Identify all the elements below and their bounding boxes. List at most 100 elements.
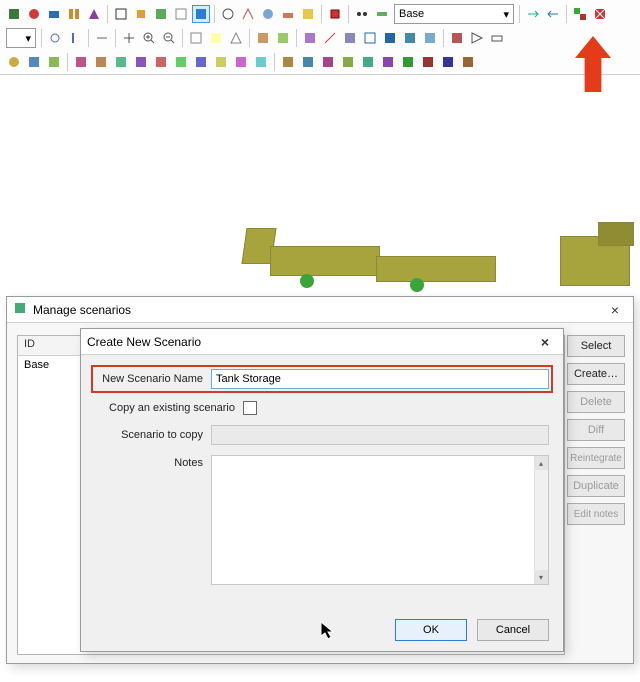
tool-icon[interactable] <box>5 5 23 23</box>
mouse-cursor-icon <box>321 622 337 647</box>
close-button[interactable]: × <box>533 332 557 352</box>
tool-icon[interactable] <box>299 5 317 23</box>
tool-icon[interactable] <box>172 53 190 71</box>
small-dropdown[interactable]: ▾ <box>6 28 36 48</box>
tool-icon[interactable] <box>439 53 457 71</box>
tool-icon[interactable] <box>544 5 562 23</box>
toolbar-row-3 <box>4 50 636 74</box>
edit-notes-button[interactable]: Edit notes <box>567 503 625 525</box>
tool-icon[interactable] <box>132 53 150 71</box>
duplicate-button[interactable]: Duplicate <box>567 475 625 497</box>
scroll-down-icon[interactable]: ▾ <box>534 570 548 584</box>
tool-icon[interactable] <box>448 29 466 47</box>
tool-icon[interactable] <box>66 29 84 47</box>
tool-icon[interactable] <box>152 53 170 71</box>
scenario-manager-icon[interactable] <box>571 5 589 23</box>
tool-icon[interactable] <box>321 29 339 47</box>
tool-icon[interactable] <box>112 5 130 23</box>
tool-icon[interactable] <box>353 5 371 23</box>
model-canvas[interactable] <box>0 96 640 306</box>
tool-icon[interactable] <box>381 29 399 47</box>
tool-icon[interactable] <box>259 5 277 23</box>
select-button[interactable]: Select <box>567 335 625 357</box>
dialog-titlebar[interactable]: Create New Scenario × <box>81 329 563 355</box>
tool-icon[interactable] <box>45 5 63 23</box>
copy-existing-checkbox[interactable] <box>243 401 257 415</box>
tool-icon[interactable] <box>379 53 397 71</box>
delete-button[interactable]: Delete <box>567 391 625 413</box>
reintegrate-button[interactable]: Reintegrate <box>567 447 625 469</box>
tool-icon[interactable] <box>227 29 245 47</box>
tool-icon[interactable] <box>93 29 111 47</box>
model-node <box>300 274 314 288</box>
scrollbar[interactable]: ▴ ▾ <box>534 456 548 584</box>
tool-icon[interactable] <box>279 5 297 23</box>
tool-icon[interactable] <box>401 29 419 47</box>
tool-icon[interactable] <box>468 29 486 47</box>
tool-icon[interactable] <box>373 5 391 23</box>
tool-icon[interactable] <box>252 53 270 71</box>
tool-icon[interactable] <box>326 5 344 23</box>
tool-icon[interactable] <box>25 5 43 23</box>
close-icon: × <box>611 302 619 318</box>
tool-icon[interactable] <box>339 53 357 71</box>
tool-icon[interactable] <box>45 53 63 71</box>
tool-icon[interactable] <box>319 53 337 71</box>
dialog-titlebar[interactable]: Manage scenarios × <box>7 297 633 323</box>
tool-icon[interactable] <box>132 5 150 23</box>
tool-icon[interactable] <box>192 53 210 71</box>
tool-icon[interactable] <box>25 53 43 71</box>
tool-icon[interactable] <box>361 29 379 47</box>
tool-icon-selected[interactable] <box>192 5 210 23</box>
tool-icon[interactable] <box>152 5 170 23</box>
scroll-up-icon[interactable]: ▴ <box>534 456 548 470</box>
separator <box>249 29 250 47</box>
tool-icon[interactable] <box>72 53 90 71</box>
ok-button[interactable]: OK <box>395 619 467 641</box>
tool-icon[interactable] <box>299 53 317 71</box>
tool-icon[interactable] <box>85 5 103 23</box>
close-button[interactable]: × <box>603 300 627 320</box>
zoom-out-icon[interactable] <box>160 29 178 47</box>
tool-icon[interactable] <box>207 29 225 47</box>
dialog-title-text: Manage scenarios <box>33 303 131 317</box>
toolbar-row-1: Base ▾ <box>4 2 636 26</box>
scenario-dropdown[interactable]: Base ▾ <box>394 4 514 24</box>
scenario-dropdown-label: Base <box>399 8 424 20</box>
tool-icon[interactable] <box>172 5 190 23</box>
tool-icon[interactable] <box>219 5 237 23</box>
tool-icon[interactable] <box>65 5 83 23</box>
tool-icon[interactable] <box>359 53 377 71</box>
scenario-name-input[interactable] <box>211 369 549 389</box>
tool-icon[interactable] <box>301 29 319 47</box>
tool-icon[interactable] <box>341 29 359 47</box>
tool-icon[interactable] <box>254 29 272 47</box>
notes-textarea[interactable]: ▴ ▾ <box>211 455 549 585</box>
tool-icon[interactable] <box>187 29 205 47</box>
dialog-title-text: Create New Scenario <box>87 335 201 349</box>
tool-icon[interactable] <box>239 5 257 23</box>
tool-icon[interactable] <box>5 53 23 71</box>
zoom-in-icon[interactable] <box>140 29 158 47</box>
tool-icon[interactable] <box>421 29 439 47</box>
tool-icon[interactable] <box>488 29 506 47</box>
tool-icon[interactable] <box>92 53 110 71</box>
tool-icon[interactable] <box>459 53 477 71</box>
separator <box>566 5 567 23</box>
separator <box>88 29 89 47</box>
cancel-button[interactable]: Cancel <box>477 619 549 641</box>
tool-icon[interactable] <box>46 29 64 47</box>
diff-button[interactable]: Diff <box>567 419 625 441</box>
create-button[interactable]: Create… <box>567 363 625 385</box>
tool-icon[interactable] <box>274 29 292 47</box>
tool-icon[interactable] <box>591 5 609 23</box>
pan-icon[interactable] <box>120 29 138 47</box>
tool-icon[interactable] <box>524 5 542 23</box>
tool-icon[interactable] <box>399 53 417 71</box>
tool-icon[interactable] <box>232 53 250 71</box>
tool-icon[interactable] <box>279 53 297 71</box>
tool-icon[interactable] <box>419 53 437 71</box>
tool-icon[interactable] <box>212 53 230 71</box>
tool-icon[interactable] <box>112 53 130 71</box>
separator <box>182 29 183 47</box>
